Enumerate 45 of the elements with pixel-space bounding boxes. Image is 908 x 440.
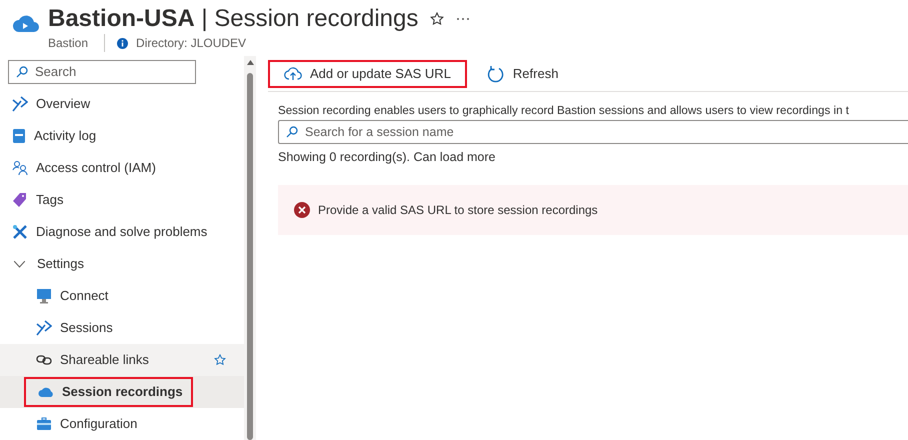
upload-cloud-icon xyxy=(284,66,302,80)
nav-item[interactable]: Diagnose and solve problems xyxy=(0,216,244,248)
tag-icon xyxy=(12,192,28,208)
toolbar-button[interactable]: Add or update SAS URL xyxy=(268,60,467,88)
error-message: Provide a valid SAS URL to store session recordings xyxy=(318,202,598,219)
cross-arrows-icon xyxy=(36,320,52,336)
briefcase-icon xyxy=(36,417,52,431)
people-icon xyxy=(12,160,28,176)
nav-item[interactable]: Session recordings xyxy=(0,376,244,408)
description-text: Session recording enables users to graphically record Bastion sessions and allows users to view recordings in t xyxy=(277,103,850,119)
error-icon xyxy=(294,202,310,218)
refresh-icon xyxy=(486,64,505,82)
star-icon[interactable] xyxy=(430,12,444,26)
recording-count: Showing 0 recording(s). Can load more xyxy=(277,149,496,166)
nav-item[interactable]: Activity log xyxy=(0,120,244,152)
book-icon xyxy=(12,128,26,144)
chevron-icon xyxy=(14,260,25,268)
scrollbar[interactable] xyxy=(244,56,256,440)
search-field[interactable]: Search xyxy=(8,60,196,84)
directory-label: Directory: JLOUDEV xyxy=(136,35,246,52)
search-icon xyxy=(286,126,298,138)
scroll-thumb[interactable] xyxy=(247,73,253,440)
scroll-up-icon[interactable] xyxy=(246,60,254,65)
monitor-icon xyxy=(36,288,52,304)
nav-item[interactable]: Tags xyxy=(0,184,244,216)
cloud-icon xyxy=(38,386,54,398)
nav-item[interactable]: Sessions xyxy=(0,312,244,344)
search-icon xyxy=(16,66,28,78)
nav-item[interactable]: Shareable links xyxy=(0,344,244,376)
nav-item[interactable]: Access control (IAM) xyxy=(0,152,244,184)
resource-type: Bastion xyxy=(48,34,106,52)
highlight-frame: Session recordings xyxy=(24,377,193,407)
nav-item[interactable]: Overview xyxy=(0,88,244,120)
info-icon xyxy=(117,38,128,48)
cross-arrows-icon xyxy=(12,96,28,112)
link-icon xyxy=(36,354,52,366)
session-search-field[interactable]: Search for a session name xyxy=(278,120,908,144)
toolbar-button[interactable]: Refresh xyxy=(470,60,574,88)
nav-item[interactable]: Configuration xyxy=(0,408,244,440)
nav-group[interactable]: Settings xyxy=(0,248,244,280)
page-title: Bastion-USA | Session recordings xyxy=(48,5,418,32)
nav-item[interactable]: Connect xyxy=(0,280,244,312)
more-icon[interactable] xyxy=(456,17,470,21)
star-icon[interactable] xyxy=(214,354,226,366)
tools-icon xyxy=(12,224,28,240)
